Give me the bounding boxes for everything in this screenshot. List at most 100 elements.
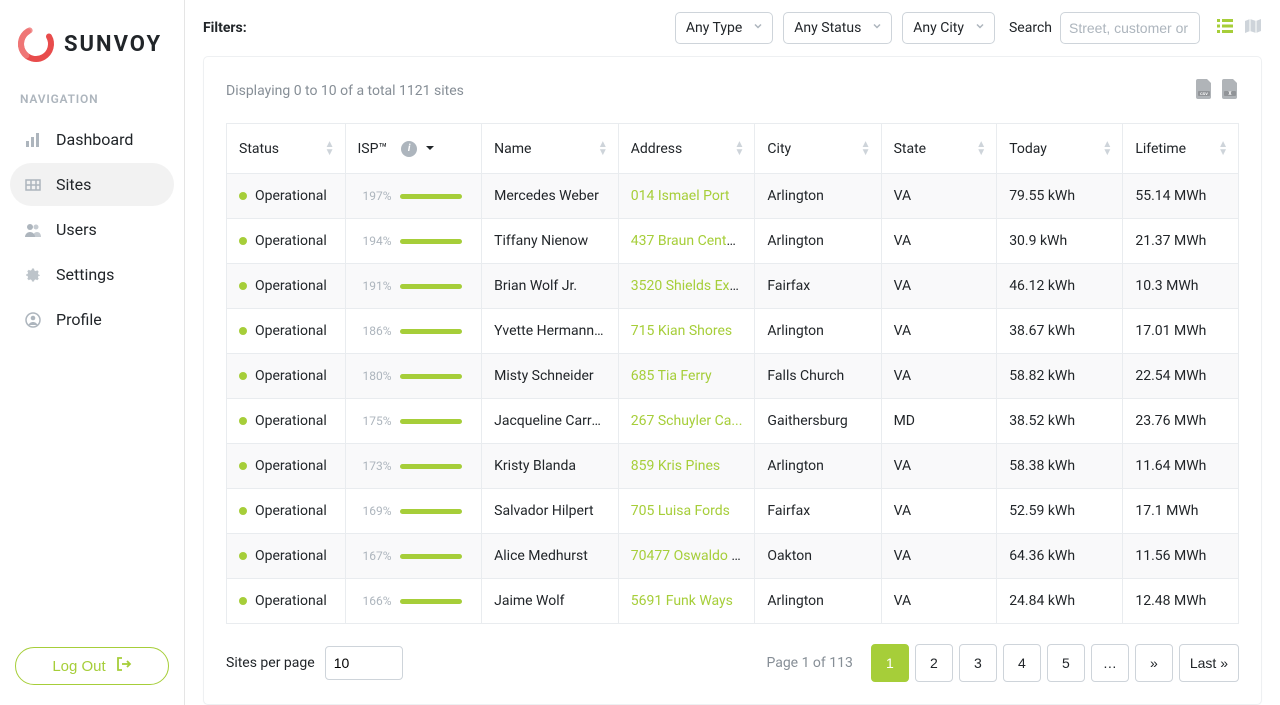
filter-city-select[interactable]: Any City <box>902 12 995 44</box>
table-row[interactable]: Operational 166% Jaime Wolf 5691 Funk Wa… <box>227 579 1239 624</box>
cell-isp: 175% <box>345 399 482 444</box>
isp-bar <box>400 554 462 559</box>
sidebar-item-sites[interactable]: Sites <box>10 163 174 206</box>
col-header-address[interactable]: Address ▲▼ <box>618 124 755 174</box>
cell-lifetime: 12.48 MWh <box>1123 579 1239 624</box>
cell-state: VA <box>881 579 997 624</box>
col-header-today[interactable]: Today ▲▼ <box>997 124 1123 174</box>
isp-bar <box>400 329 462 334</box>
cell-today: 24.84 kWh <box>997 579 1123 624</box>
cell-name: Salvador Hilpert <box>482 489 619 534</box>
cell-isp: 180% <box>345 354 482 399</box>
list-view-icon[interactable] <box>1216 17 1234 39</box>
cell-state: VA <box>881 264 997 309</box>
cell-lifetime: 55.14 MWh <box>1123 174 1239 219</box>
status-dot-icon <box>239 192 247 200</box>
page-button[interactable]: 3 <box>959 644 997 682</box>
logout-button[interactable]: Log Out <box>15 647 169 685</box>
cell-status: Operational <box>227 534 346 579</box>
cell-city: Falls Church <box>755 354 881 399</box>
cell-status: Operational <box>227 579 346 624</box>
address-link[interactable]: 014 Ismael Port <box>631 188 730 204</box>
cell-state: VA <box>881 354 997 399</box>
table-row[interactable]: Operational 194% Tiffany Nienow 437 Brau… <box>227 219 1239 264</box>
table-row[interactable]: Operational 175% Jacqueline Carroll 267 … <box>227 399 1239 444</box>
sidebar-item-dashboard[interactable]: Dashboard <box>10 118 174 161</box>
cell-state: MD <box>881 399 997 444</box>
col-header-city[interactable]: City ▲▼ <box>755 124 881 174</box>
page-button[interactable]: 4 <box>1003 644 1041 682</box>
cell-address: 859 Kris Pines <box>618 444 755 489</box>
filter-city-value: Any City <box>913 20 964 36</box>
cell-status: Operational <box>227 354 346 399</box>
sites-card: Displaying 0 to 10 of a total 1121 sites… <box>203 56 1262 705</box>
sidebar-item-label: Profile <box>56 310 102 329</box>
table-row[interactable]: Operational 167% Alice Medhurst 70477 Os… <box>227 534 1239 579</box>
cell-name: Alice Medhurst <box>482 534 619 579</box>
download-excel-icon[interactable]: X <box>1221 79 1239 103</box>
page-button[interactable]: 1 <box>871 644 909 682</box>
sidebar-item-profile[interactable]: Profile <box>10 298 174 341</box>
address-link[interactable]: 437 Braun Centers <box>631 233 746 249</box>
status-dot-icon <box>239 282 247 290</box>
cell-status: Operational <box>227 219 346 264</box>
cell-today: 52.59 kWh <box>997 489 1123 534</box>
col-header-lifetime[interactable]: Lifetime ▲▼ <box>1123 124 1239 174</box>
address-link[interactable]: 267 Schuyler Ca... <box>631 413 743 429</box>
nav-heading: NAVIGATION <box>0 88 184 118</box>
col-header-status[interactable]: Status ▲▼ <box>227 124 346 174</box>
cell-address: 267 Schuyler Ca... <box>618 399 755 444</box>
filter-type-select[interactable]: Any Type <box>675 12 773 44</box>
table-row[interactable]: Operational 169% Salvador Hilpert 705 Lu… <box>227 489 1239 534</box>
cell-state: VA <box>881 309 997 354</box>
map-view-icon[interactable] <box>1244 17 1262 39</box>
table-row[interactable]: Operational 186% Yvette Hermann IV 715 K… <box>227 309 1239 354</box>
table-row[interactable]: Operational 191% Brian Wolf Jr. 3520 Shi… <box>227 264 1239 309</box>
dashboard-icon <box>24 131 42 149</box>
svg-text:CSV: CSV <box>1200 91 1208 96</box>
address-link[interactable]: 705 Luisa Fords <box>631 503 730 519</box>
cell-name: Misty Schneider <box>482 354 619 399</box>
chevron-down-icon <box>974 20 986 36</box>
table-row[interactable]: Operational 197% Mercedes Weber 014 Isma… <box>227 174 1239 219</box>
page-button[interactable]: 5 <box>1047 644 1085 682</box>
page-button[interactable]: Last » <box>1179 644 1239 682</box>
page-button[interactable]: » <box>1135 644 1173 682</box>
cell-city: Arlington <box>755 579 881 624</box>
search-input[interactable] <box>1060 12 1200 44</box>
isp-bar <box>400 239 462 244</box>
cell-city: Fairfax <box>755 264 881 309</box>
col-header-isp[interactable]: ISP™ i <box>345 124 482 174</box>
download-csv-icon[interactable]: CSV <box>1195 79 1213 103</box>
gear-icon <box>24 266 42 284</box>
address-link[interactable]: 70477 Oswaldo F... <box>631 548 749 564</box>
page-button[interactable]: … <box>1091 644 1129 682</box>
logout-icon <box>116 656 132 676</box>
col-header-name[interactable]: Name ▲▼ <box>482 124 619 174</box>
table-row[interactable]: Operational 180% Misty Schneider 685 Tia… <box>227 354 1239 399</box>
brand-logo: SUNVOY <box>0 0 184 88</box>
cell-isp: 173% <box>345 444 482 489</box>
filter-status-select[interactable]: Any Status <box>783 12 892 44</box>
table-row[interactable]: Operational 173% Kristy Blanda 859 Kris … <box>227 444 1239 489</box>
sites-per-page-input[interactable] <box>325 646 403 680</box>
address-link[interactable]: 3520 Shields Ext... <box>631 278 745 294</box>
sort-icon: ▲▼ <box>861 141 871 157</box>
address-link[interactable]: 685 Tia Ferry <box>631 368 712 384</box>
brand-name: SUNVOY <box>64 32 162 57</box>
address-link[interactable]: 715 Kian Shores <box>631 323 732 339</box>
sidebar-item-label: Users <box>56 220 97 239</box>
sidebar-item-users[interactable]: Users <box>10 208 174 251</box>
cell-status: Operational <box>227 309 346 354</box>
col-header-state[interactable]: State ▲▼ <box>881 124 997 174</box>
sidebar: SUNVOY NAVIGATION Dashboard Sites Users <box>0 0 185 705</box>
info-icon[interactable]: i <box>401 141 417 157</box>
cell-today: 79.55 kWh <box>997 174 1123 219</box>
sidebar-item-label: Sites <box>56 175 91 194</box>
sidebar-item-settings[interactable]: Settings <box>10 253 174 296</box>
isp-bar <box>400 464 462 469</box>
page-button[interactable]: 2 <box>915 644 953 682</box>
address-link[interactable]: 5691 Funk Ways <box>631 593 733 609</box>
address-link[interactable]: 859 Kris Pines <box>631 458 720 474</box>
cell-address: 705 Luisa Fords <box>618 489 755 534</box>
